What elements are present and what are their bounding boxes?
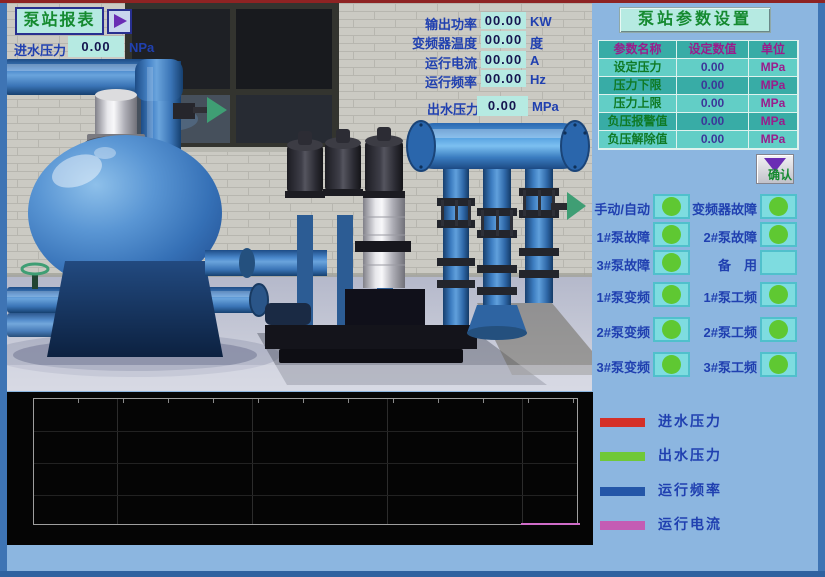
status-label-pump3-vfd: 3#泵变频 xyxy=(586,357,650,376)
run-current-value: 00.00 xyxy=(481,51,526,68)
param-name: 负压报警值 xyxy=(599,113,677,131)
frame-border-right xyxy=(818,3,825,577)
param-unit: MPa xyxy=(749,113,798,131)
pressure-tank xyxy=(28,135,223,357)
confirm-button-label: 确认 xyxy=(768,166,792,183)
status-indicator-pump2-vfd xyxy=(653,317,690,342)
trend-plot-area xyxy=(33,398,578,525)
inlet-pressure-value: 0.00 xyxy=(68,36,124,57)
run-frequency-value: 00.00 xyxy=(481,70,526,87)
col-header-param-name: 参数名称 xyxy=(599,41,677,59)
param-value[interactable]: 0.00 xyxy=(677,95,749,113)
play-triangle-icon xyxy=(114,14,127,28)
indicator-lamp-icon xyxy=(662,253,681,272)
param-unit: MPa xyxy=(749,59,798,77)
pump-motor xyxy=(363,127,405,198)
output-power-unit: KW xyxy=(530,14,552,29)
inverter-temp-label: 变频器温度 xyxy=(398,33,477,52)
legend-label-run-frequency: 运行频率 xyxy=(658,480,722,500)
header-manifold xyxy=(407,121,589,171)
indicator-lamp-icon xyxy=(769,355,788,374)
legend-swatch-run-frequency xyxy=(600,487,645,496)
inverter-temp-unit: 度 xyxy=(530,33,543,52)
param-value[interactable]: 0.00 xyxy=(677,77,749,95)
outlet-pressure-label: 出水压力 xyxy=(427,99,479,118)
outlet-pressure-unit: MPa xyxy=(532,99,559,114)
output-power-value: 00.00 xyxy=(481,12,526,29)
col-header-unit: 单位 xyxy=(749,41,798,59)
status-indicator-pump1-vfd xyxy=(653,282,690,307)
param-unit: MPa xyxy=(749,95,798,113)
status-label-pump3-fault: 3#泵故障 xyxy=(586,255,650,274)
tank-pedestal xyxy=(47,261,223,357)
outlet-pressure-value: 0.00 xyxy=(477,96,528,116)
indicator-lamp-icon xyxy=(769,225,788,244)
hmi-screen: 泵站报表 进水压力 0.00 NPa 输出功率 00.00 KW 变频器温度 0… xyxy=(0,0,825,577)
param-value[interactable]: 0.00 xyxy=(677,113,749,131)
status-label-spare: 备 用 xyxy=(688,255,757,274)
param-name: 压力上限 xyxy=(599,95,677,113)
param-name: 负压解除值 xyxy=(599,131,677,149)
legend-label-inlet-pressure: 进水压力 xyxy=(658,411,722,431)
param-unit: MPa xyxy=(749,77,798,95)
indicator-lamp-icon xyxy=(662,225,681,244)
status-indicator-pump1-mains xyxy=(760,282,797,307)
legend-label-run-current: 运行电流 xyxy=(658,514,722,534)
indicator-lamp-icon xyxy=(662,320,681,339)
indicator-lamp-icon xyxy=(662,197,681,216)
report-nav-button[interactable] xyxy=(107,9,132,34)
status-label-pump2-mains: 2#泵工频 xyxy=(688,322,757,341)
settings-table: 参数名称 设定数值 单位 设定压力 0.00 MPa 压力下限 0.00 MPa… xyxy=(598,40,799,150)
param-name: 设定压力 xyxy=(599,59,677,77)
status-label-pump3-mains: 3#泵工频 xyxy=(688,357,757,376)
status-indicator-pump1-fault xyxy=(653,222,690,247)
frame-border-bottom xyxy=(0,571,825,577)
run-current-trace xyxy=(521,523,580,525)
param-name: 压力下限 xyxy=(599,77,677,95)
inlet-pressure-unit: NPa xyxy=(129,40,154,55)
param-value[interactable]: 0.00 xyxy=(677,131,749,149)
status-label-pump1-mains: 1#泵工频 xyxy=(688,287,757,306)
status-label-vfd-fault: 变频器故障 xyxy=(688,199,757,218)
status-indicator-pump3-fault xyxy=(653,250,690,275)
indicator-lamp-icon xyxy=(662,355,681,374)
legend-swatch-run-current xyxy=(600,521,645,530)
inlet-pressure-label: 进水压力 xyxy=(14,40,66,59)
col-header-set-value: 设定数值 xyxy=(677,41,749,59)
output-power-label: 输出功率 xyxy=(398,14,477,33)
frame-border-left xyxy=(0,3,7,577)
status-indicator-pump2-fault xyxy=(760,222,797,247)
status-indicator-manual-auto xyxy=(653,194,690,219)
frame-border-top xyxy=(0,0,825,3)
param-unit: MPa xyxy=(749,131,798,149)
status-label-pump2-fault: 2#泵故障 xyxy=(688,227,757,246)
indicator-lamp-icon xyxy=(662,285,681,304)
status-indicator-pump3-vfd xyxy=(653,352,690,377)
confirm-button[interactable]: 确认 xyxy=(756,154,794,184)
status-indicator-spare xyxy=(760,250,797,275)
run-current-label: 运行电流 xyxy=(398,53,477,72)
indicator-lamp-icon xyxy=(769,197,788,216)
status-label-manual-auto: 手动/自动 xyxy=(586,199,650,218)
status-indicator-pump3-mains xyxy=(760,352,797,377)
legend-swatch-outlet-pressure xyxy=(600,452,645,461)
legend-label-outlet-pressure: 出水压力 xyxy=(658,445,722,465)
inverter-temp-value: 00.00 xyxy=(481,31,526,48)
run-frequency-unit: Hz xyxy=(530,72,546,87)
report-button[interactable]: 泵站报表 xyxy=(15,7,104,35)
trend-chart xyxy=(7,392,593,545)
indicator-lamp-icon xyxy=(769,285,788,304)
status-indicator-vfd-fault xyxy=(760,194,797,219)
indicator-lamp-icon xyxy=(769,320,788,339)
status-indicator-pump2-mains xyxy=(760,317,797,342)
status-label-pump1-fault: 1#泵故障 xyxy=(586,227,650,246)
status-label-pump2-vfd: 2#泵变频 xyxy=(586,322,650,341)
x-axis-ticks xyxy=(34,399,577,403)
legend-swatch-inlet-pressure xyxy=(600,418,645,427)
run-frequency-label: 运行频率 xyxy=(398,72,477,91)
status-label-pump1-vfd: 1#泵变频 xyxy=(586,287,650,306)
param-value[interactable]: 0.00 xyxy=(677,59,749,77)
settings-panel-title: 泵站参数设置 xyxy=(619,7,771,33)
run-current-unit: A xyxy=(530,53,539,68)
